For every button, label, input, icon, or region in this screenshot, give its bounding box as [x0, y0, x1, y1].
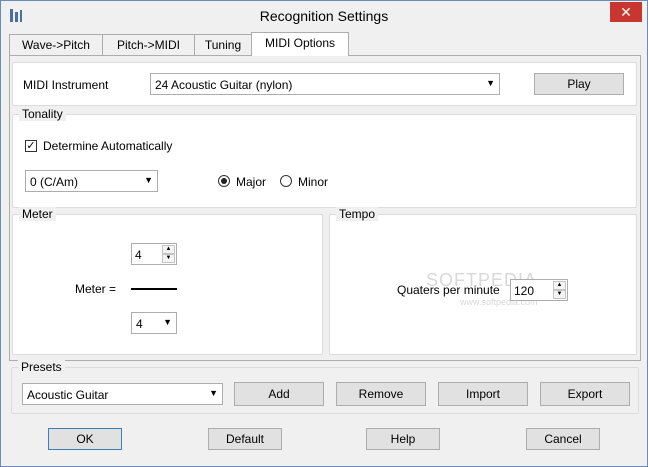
tab-pitch-midi[interactable]: Pitch->MIDI: [102, 34, 195, 55]
radio-selected-dot: [221, 178, 227, 184]
spin-down-icon[interactable]: ▼: [553, 290, 566, 299]
key-value: 0 (C/Am): [30, 175, 78, 189]
meter-label: Meter =: [75, 282, 117, 296]
add-preset-button[interactable]: Add: [234, 382, 324, 406]
window-title: Recognition Settings: [259, 8, 389, 24]
default-button[interactable]: Default: [208, 428, 282, 450]
dropdown-arrow-icon: ▼: [486, 78, 495, 88]
meter-group: Meter 4 ▲ ▼ Meter = 4 ▼: [12, 207, 323, 355]
determine-auto-label: Determine Automatically: [43, 139, 173, 153]
dropdown-arrow-icon: ▼: [163, 317, 172, 327]
minor-label: Minor: [298, 175, 329, 189]
tonality-group-label: Tonality: [19, 107, 66, 121]
dialog-window: Recognition Settings ✕ Wave->Pitch Pitch…: [0, 0, 648, 467]
spinner-buttons: ▲ ▼: [553, 281, 566, 299]
tempo-value: 120: [514, 284, 535, 298]
cancel-button[interactable]: Cancel: [526, 428, 600, 450]
tab-midi-options[interactable]: MIDI Options: [251, 32, 349, 56]
dropdown-arrow-icon: ▼: [209, 388, 218, 398]
tempo-group: Tempo SOFTPEDIA www.softpedia.com Quater…: [329, 207, 637, 355]
tempo-spinner[interactable]: 120 ▲ ▼: [510, 279, 568, 301]
preset-value: Acoustic Guitar: [27, 388, 109, 402]
instrument-group: MIDI Instrument 24 Acoustic Guitar (nylo…: [12, 62, 637, 106]
spin-up-icon[interactable]: ▲: [553, 281, 566, 290]
spin-up-icon[interactable]: ▲: [162, 245, 175, 254]
minor-radio[interactable]: [280, 175, 292, 187]
presets-group-label: Presets: [18, 360, 65, 374]
remove-preset-button[interactable]: Remove: [336, 382, 426, 406]
key-select[interactable]: 0 (C/Am) ▼: [25, 170, 158, 192]
tempo-label: Quaters per minute: [397, 283, 500, 297]
tab-tuning[interactable]: Tuning: [194, 34, 252, 55]
instrument-value: 24 Acoustic Guitar (nylon): [155, 78, 293, 92]
play-button[interactable]: Play: [534, 73, 624, 95]
meter-numerator-spinner[interactable]: 4 ▲ ▼: [131, 243, 177, 265]
help-button[interactable]: Help: [366, 428, 440, 450]
meter-denominator-value: 4: [136, 317, 143, 331]
meter-group-label: Meter: [19, 207, 56, 221]
fraction-line: [131, 288, 177, 290]
spin-down-icon[interactable]: ▼: [162, 254, 175, 263]
close-button[interactable]: ✕: [610, 2, 642, 22]
tab-wave-pitch[interactable]: Wave->Pitch: [9, 34, 103, 55]
presets-group: Presets Acoustic Guitar ▼ Add Remove Imp…: [11, 360, 639, 414]
dropdown-arrow-icon: ▼: [144, 175, 153, 185]
tempo-group-label: Tempo: [336, 207, 379, 221]
preset-select[interactable]: Acoustic Guitar ▼: [22, 383, 223, 405]
tonality-group: Tonality ✓ Determine Automatically 0 (C/…: [12, 107, 637, 208]
close-icon: ✕: [620, 4, 632, 20]
meter-numerator-value: 4: [135, 248, 142, 262]
major-label: Major: [236, 175, 267, 189]
midi-options-panel: MIDI Instrument 24 Acoustic Guitar (nylo…: [9, 55, 641, 361]
instrument-label: MIDI Instrument: [23, 78, 109, 92]
title-bar: Recognition Settings ✕: [1, 1, 647, 31]
meter-denominator-select[interactable]: 4 ▼: [131, 312, 177, 334]
ok-button[interactable]: OK: [48, 428, 122, 450]
determine-auto-checkbox[interactable]: ✓: [25, 140, 37, 152]
spinner-buttons: ▲ ▼: [162, 245, 175, 263]
instrument-select[interactable]: 24 Acoustic Guitar (nylon) ▼: [150, 73, 500, 95]
import-preset-button[interactable]: Import: [438, 382, 528, 406]
checkmark-icon: ✓: [26, 140, 36, 152]
export-preset-button[interactable]: Export: [540, 382, 630, 406]
major-radio[interactable]: [218, 175, 230, 187]
